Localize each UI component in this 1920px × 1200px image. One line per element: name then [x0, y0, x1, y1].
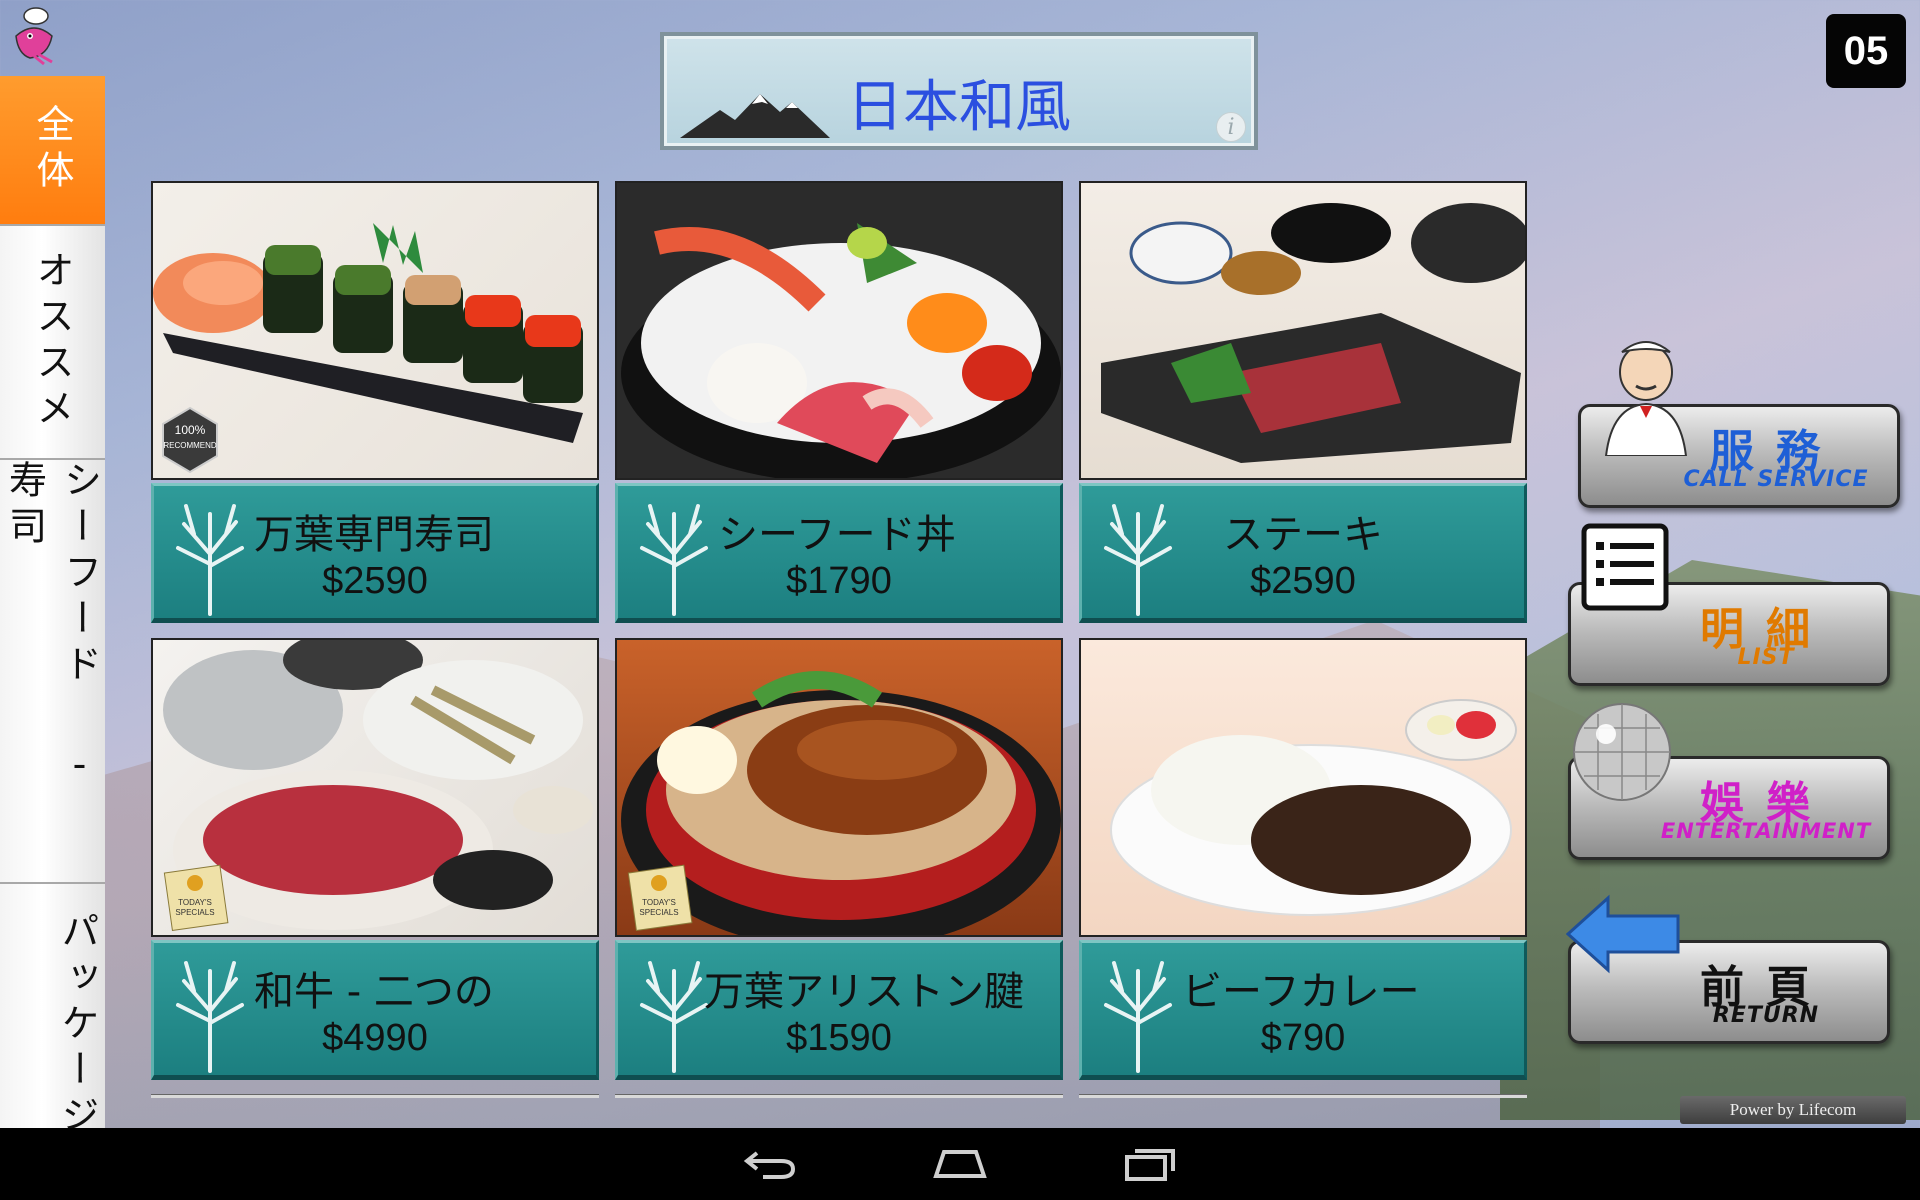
category-all[interactable]: 全体 [0, 76, 105, 226]
button-sublabel: CALL SERVICE [1683, 467, 1869, 492]
menu-item-plate: 和牛 - 二つの $4990 [151, 940, 599, 1080]
button-sublabel: LIST [1737, 645, 1795, 670]
info-icon[interactable]: i [1216, 112, 1246, 142]
svg-text:TODAY'S: TODAY'S [642, 898, 676, 907]
next-row-card-edge [151, 1094, 599, 1098]
svg-text:TODAY'S: TODAY'S [178, 898, 212, 907]
category-label: パッケージ [55, 911, 99, 1128]
page-title: 日本和風 [847, 75, 1071, 140]
powered-by-label: Power by Lifecom [1680, 1096, 1906, 1124]
category-recommended[interactable]: オススメ [0, 226, 105, 460]
disco-ball-icon [1573, 703, 1671, 801]
category-label: オススメ [30, 250, 74, 434]
menu-item-card[interactable]: ステーキ $2590 [1079, 181, 1527, 623]
menu-item-name: ビーフカレー [1182, 969, 1420, 1015]
menu-item-plate: ビーフカレー $790 [1079, 940, 1527, 1080]
svg-text:SPECIALS: SPECIALS [175, 908, 214, 917]
nav-home-button[interactable] [930, 1142, 990, 1186]
system-navigation-bar [0, 1128, 1920, 1200]
waiter-icon [1604, 341, 1688, 456]
food-photo: 100% RECOMMEND [151, 181, 599, 480]
recommend-badge: 100% RECOMMEND [162, 406, 218, 474]
table-number-badge: 05 [1826, 14, 1906, 88]
recents-icon [1125, 1149, 1175, 1181]
menu-item-price: $4990 [322, 1017, 428, 1059]
menu-item-name: シーフード丼 [718, 512, 956, 558]
svg-text:SPECIALS: SPECIALS [639, 908, 678, 917]
food-photo [1079, 638, 1527, 937]
svg-text:RECOMMEND: RECOMMEND [163, 441, 217, 450]
section-title-banner: 日本和風 i [660, 32, 1258, 150]
menu-item-name: 万葉専門寿司 [254, 512, 494, 558]
menu-item-name: 万葉アリストン腱 [704, 969, 1024, 1015]
menu-item-plate: 万葉専門寿司 $2590 [151, 483, 599, 623]
home-icon [933, 1150, 987, 1178]
food-photo [1079, 181, 1527, 480]
menu-item-card[interactable]: TODAY'S SPECIALS 和牛 - 二つの $4990 [151, 638, 599, 1080]
food-photo: TODAY'S SPECIALS [151, 638, 599, 937]
nav-recents-button[interactable] [1120, 1142, 1180, 1186]
next-row-card-edge [1079, 1094, 1527, 1098]
todays-specials-badge: TODAY'S SPECIALS [627, 864, 693, 931]
category-label: 全体 [30, 104, 74, 196]
menu-item-card[interactable]: TODAY'S SPECIALS 万葉アリストン腱 $1590 [615, 638, 1063, 1080]
category-package[interactable]: パッケージ [0, 884, 105, 1128]
menu-item-price: $2590 [1250, 560, 1356, 602]
menu-item-price: $790 [1260, 1017, 1346, 1059]
todays-specials-badge: TODAY'S SPECIALS [163, 864, 229, 931]
menu-item-price: $1790 [786, 560, 892, 602]
menu-item-name: ステーキ [1223, 512, 1383, 558]
menu-item-plate: シーフード丼 $1790 [615, 483, 1063, 623]
back-arrow-icon [1566, 894, 1680, 974]
menu-item-name: 和牛 - 二つの [254, 969, 494, 1015]
menu-item-plate: 万葉アリストン腱 $1590 [615, 940, 1063, 1080]
category-sidebar: 全体 オススメ シーフード - 寿司 パッケージ [0, 76, 105, 1128]
chef-shrimp-logo [15, 7, 53, 66]
back-icon [743, 1151, 796, 1179]
category-seafood-sushi[interactable]: シーフード - 寿司 [0, 460, 105, 884]
menu-item-card[interactable]: シーフード丼 $1790 [615, 181, 1063, 623]
svg-text:100%: 100% [175, 423, 206, 437]
button-sublabel: ENTERTAINMENT [1660, 819, 1872, 843]
food-photo: TODAY'S SPECIALS [615, 638, 1063, 937]
menu-item-card[interactable]: 100% RECOMMEND 万葉専門寿司 $2590 [151, 181, 599, 623]
category-label: シーフード - 寿司 [2, 460, 102, 794]
menu-item-price: $2590 [322, 560, 428, 602]
menu-item-plate: ステーキ $2590 [1079, 483, 1527, 623]
menu-item-card[interactable]: ビーフカレー $790 [1079, 638, 1527, 1080]
menu-item-price: $1590 [786, 1017, 892, 1059]
food-photo [615, 181, 1063, 480]
next-row-card-edge [615, 1094, 1063, 1098]
button-sublabel: RETURN [1712, 1003, 1820, 1028]
list-icon [1581, 523, 1669, 611]
nav-back-button[interactable] [740, 1142, 800, 1186]
